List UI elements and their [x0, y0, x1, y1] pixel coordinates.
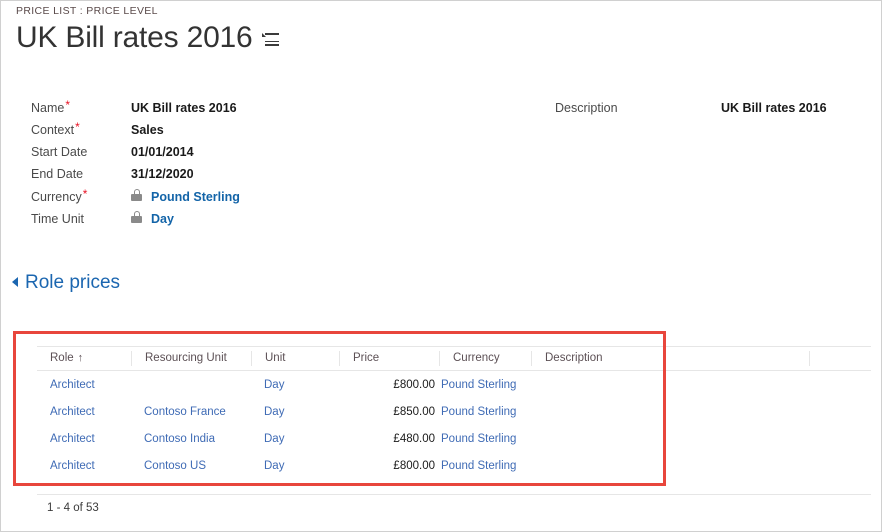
field-label: Name*: [31, 98, 131, 115]
page-title-row: UK Bill rates 2016: [16, 21, 279, 54]
lock-body: [131, 216, 142, 223]
footer-divider: [37, 494, 871, 495]
column-header-label: Price: [353, 352, 380, 364]
lock-body: [131, 194, 142, 201]
lock-icon: [131, 211, 142, 223]
field-label: Currency*: [31, 187, 131, 204]
grid-header-row: Role ↑ Resourcing Unit Unit Price Curren…: [37, 346, 871, 371]
cell-role[interactable]: Architect: [37, 406, 131, 418]
cell-currency[interactable]: Pound Sterling: [439, 379, 531, 391]
column-header-currency[interactable]: Currency: [439, 351, 531, 366]
cell-unit: Day: [264, 405, 285, 418]
required-asterisk: *: [82, 187, 88, 201]
field-label-text: Currency: [31, 190, 82, 204]
column-header-role[interactable]: Role ↑: [37, 351, 131, 366]
field-time-unit: Time Unit Day: [31, 211, 451, 233]
triangle-collapse-icon[interactable]: [12, 277, 18, 287]
field-context: Context* Sales: [31, 120, 451, 145]
section-header-role-prices[interactable]: Role prices: [12, 272, 120, 294]
form-column-right: Description UK Bill rates 2016: [555, 101, 875, 123]
cell-unit: Day: [264, 432, 285, 445]
field-label-text: Start Date: [31, 145, 88, 159]
cell-role[interactable]: Architect: [37, 379, 131, 391]
role-prices-grid: Role ↑ Resourcing Unit Unit Price Curren…: [37, 346, 871, 479]
cell-resourcing-unit[interactable]: Contoso France: [131, 406, 251, 418]
field-label-text: Context: [31, 123, 75, 137]
field-start-date: Start Date 01/01/2014: [31, 145, 451, 167]
cell-unit: Day: [264, 378, 285, 391]
field-value[interactable]: Day: [151, 212, 174, 226]
required-asterisk: *: [75, 120, 80, 134]
cell-price: £480.00: [393, 432, 435, 445]
table-row[interactable]: Architect Contoso US Day £800.00 Pound S…: [37, 452, 871, 479]
cell-resourcing-unit[interactable]: Contoso US: [131, 460, 251, 472]
menu-line: [264, 44, 279, 46]
column-header-label: Resourcing Unit: [145, 352, 227, 364]
column-header-label: Role: [50, 352, 74, 364]
column-header-description[interactable]: Description: [531, 351, 809, 366]
field-label: Description: [555, 101, 655, 115]
field-currency: Currency* Pound Sterling: [31, 187, 451, 211]
required-asterisk: *: [65, 98, 71, 112]
cell-price: £850.00: [393, 405, 435, 418]
cell-resourcing-unit[interactable]: Contoso India: [131, 433, 251, 445]
breadcrumb: PRICE LIST : PRICE LEVEL: [16, 5, 158, 17]
column-header-unit[interactable]: Unit: [251, 351, 339, 366]
field-label: End Date: [31, 167, 131, 181]
form-column-left: Name* UK Bill rates 2016 Context* Sales …: [31, 98, 451, 233]
field-end-date: End Date 31/12/2020: [31, 167, 451, 189]
section-title: Role prices: [25, 272, 121, 293]
cell-currency[interactable]: Pound Sterling: [439, 433, 531, 445]
lock-icon: [131, 189, 142, 201]
page-title: UK Bill rates 2016: [16, 21, 253, 54]
menu-line: [264, 40, 279, 43]
column-header-label: Unit: [265, 352, 286, 364]
sort-ascending-icon: ↑: [77, 352, 84, 364]
field-label: Start Date: [31, 145, 131, 159]
cell-price: £800.00: [393, 378, 435, 391]
column-header-label: Description: [545, 352, 603, 364]
field-value[interactable]: 31/12/2020: [131, 167, 194, 181]
column-header-price[interactable]: Price: [339, 351, 439, 366]
table-row[interactable]: Architect Contoso India Day £480.00 Poun…: [37, 425, 871, 452]
field-value[interactable]: UK Bill rates 2016: [721, 101, 827, 115]
column-header-label: Currency: [453, 352, 500, 364]
record-count-label: 1 - 4 of 53: [47, 502, 99, 514]
field-value[interactable]: Sales: [131, 123, 164, 137]
column-header-spacer: [809, 351, 871, 366]
cell-role[interactable]: Architect: [37, 433, 131, 445]
field-label-text: End Date: [31, 167, 84, 181]
field-label: Time Unit: [31, 212, 131, 226]
column-header-resourcing-unit[interactable]: Resourcing Unit: [131, 351, 251, 366]
field-label-text: Time Unit: [31, 212, 85, 226]
cell-role[interactable]: Architect: [37, 460, 131, 472]
table-row[interactable]: Architect Day £800.00 Pound Sterling: [37, 371, 871, 398]
price-level-form-page: PRICE LIST : PRICE LEVEL UK Bill rates 2…: [0, 0, 882, 532]
menu-line: [264, 33, 279, 35]
cell-unit: Day: [264, 459, 285, 472]
field-value[interactable]: UK Bill rates 2016: [131, 101, 237, 115]
field-value[interactable]: Pound Sterling: [151, 190, 240, 204]
cell-price: £800.00: [393, 459, 435, 472]
field-name: Name* UK Bill rates 2016: [31, 98, 451, 123]
cell-currency[interactable]: Pound Sterling: [439, 406, 531, 418]
cell-currency[interactable]: Pound Sterling: [439, 460, 531, 472]
list-menu-icon[interactable]: [261, 33, 279, 48]
field-label-text: Description: [555, 101, 618, 115]
field-label: Context*: [31, 120, 131, 137]
table-row[interactable]: Architect Contoso France Day £850.00 Pou…: [37, 398, 871, 425]
field-label-text: Name: [31, 101, 65, 115]
field-value[interactable]: 01/01/2014: [131, 145, 194, 159]
field-description: Description UK Bill rates 2016: [555, 101, 875, 123]
